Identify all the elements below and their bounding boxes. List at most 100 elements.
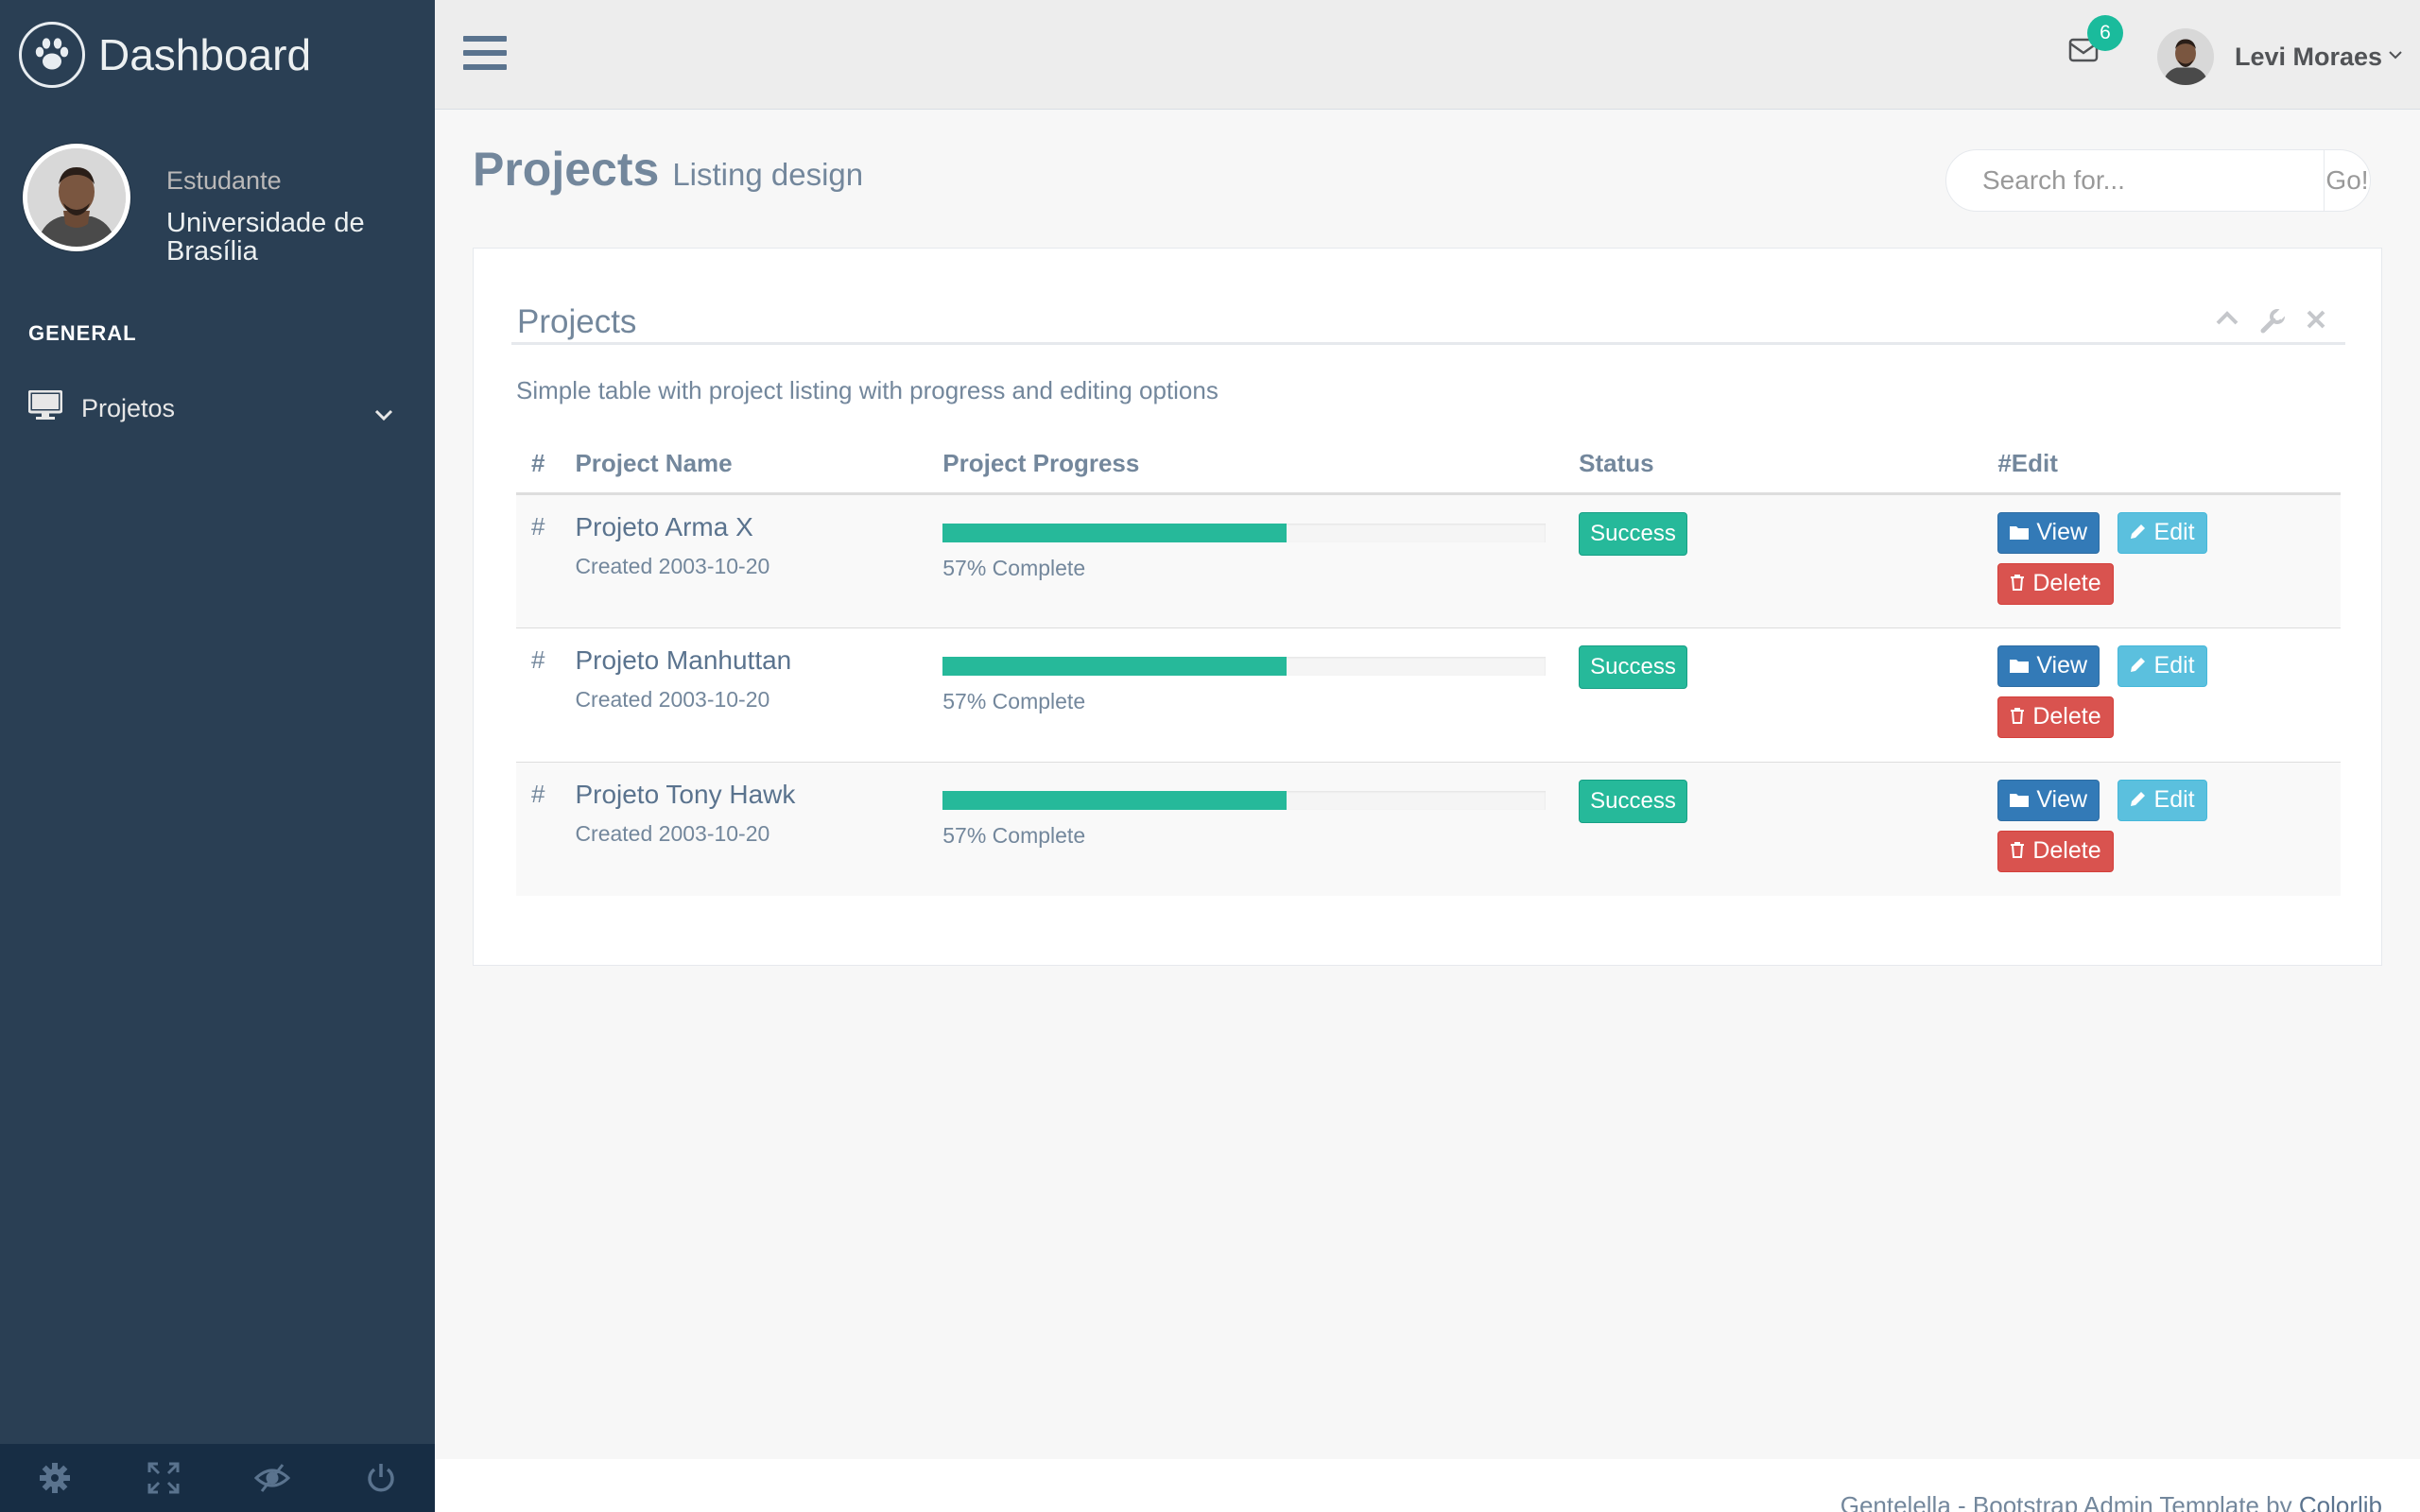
search-group: Go! [1945, 149, 2371, 212]
profile-name: Universidade de Brasília [166, 208, 365, 266]
footer-credit: Gentelella - Bootstrap Admin Template by… [1841, 1491, 2382, 1512]
brand[interactable]: Dashboard [19, 21, 311, 89]
folder-icon [2010, 786, 2030, 814]
sidebar-item-label: Projetos [81, 393, 176, 422]
edit-button-label: Edit [2153, 652, 2195, 679]
page-subtitle: Listing design [672, 157, 864, 192]
menu-toggle-icon[interactable] [463, 34, 507, 77]
chevron-up-icon[interactable] [2215, 309, 2239, 338]
project-name-link[interactable]: Projeto Manhuttan [575, 645, 942, 676]
trash-icon [2010, 570, 2025, 597]
delete-button[interactable]: Delete [1997, 830, 2114, 872]
progress-bar [942, 656, 1547, 676]
progress-bar [942, 790, 1547, 810]
header-status: Status [1579, 435, 1998, 495]
view-button[interactable]: View [1997, 779, 2100, 821]
search-input[interactable] [1946, 150, 2324, 211]
menu-section-title: GENERAL [28, 321, 137, 345]
progress-bar-fill [942, 523, 1287, 542]
view-button-label: View [2036, 652, 2088, 679]
page-title: Projects Listing design [473, 142, 863, 197]
settings-icon[interactable] [0, 1444, 109, 1512]
pencil-icon [2130, 519, 2147, 546]
view-button[interactable]: View [1997, 644, 2100, 687]
projects-table: # Project Name Project Progress Status #… [516, 435, 2341, 896]
paw-icon [19, 22, 85, 88]
progress-text: 57% Complete [942, 555, 1086, 580]
status-badge[interactable]: Success [1579, 779, 1687, 823]
sidebar-item-projetos[interactable]: Projetos [0, 380, 435, 437]
sidebar-footer [0, 1444, 435, 1512]
footer: Gentelella - Bootstrap Admin Template by… [435, 1459, 2420, 1512]
progress-bar-fill [942, 656, 1287, 676]
pencil-icon [2130, 786, 2147, 814]
view-button-label: View [2036, 786, 2088, 813]
projects-panel: Projects Simple table with project listi… [473, 248, 2382, 966]
project-created-date: Created 2003-10-20 [575, 820, 770, 846]
table-row: # Projeto Arma X Created 2003-10-20 57% … [516, 493, 2341, 628]
chevron-down-icon [2388, 48, 2403, 65]
panel-header: Projects [511, 271, 2345, 345]
trash-icon [2010, 703, 2025, 730]
view-button-label: View [2036, 519, 2088, 545]
desktop-icon [27, 389, 63, 427]
close-icon[interactable] [2306, 309, 2326, 338]
lock-icon[interactable] [217, 1444, 326, 1512]
view-button[interactable]: View [1997, 511, 2100, 554]
project-name-link[interactable]: Projeto Arma X [575, 512, 942, 542]
search-go-button[interactable]: Go! [2324, 150, 2370, 211]
delete-button[interactable]: Delete [1997, 562, 2114, 605]
top-navbar: 6 Levi Moraes [435, 0, 2420, 110]
status-badge[interactable]: Success [1579, 644, 1687, 689]
brand-title: Dashboard [98, 30, 312, 79]
edit-button[interactable]: Edit [2117, 511, 2207, 554]
header-project-progress: Project Progress [942, 435, 1580, 495]
panel-toolbox [2215, 308, 2326, 338]
avatar [2157, 28, 2214, 85]
wrench-icon[interactable] [2260, 308, 2287, 338]
project-name-link[interactable]: Projeto Tony Hawk [575, 780, 942, 810]
row-hash: # [516, 627, 576, 763]
footer-text: Gentelella - Bootstrap Admin Template by [1840, 1491, 2292, 1512]
trash-icon [2010, 837, 2025, 865]
edit-button-label: Edit [2153, 786, 2195, 813]
edit-button[interactable]: Edit [2117, 644, 2207, 687]
header-edit: #Edit [1997, 435, 2341, 495]
header-project-name: Project Name [575, 435, 943, 495]
progress-text: 57% Complete [942, 822, 1086, 848]
table-header-row: # Project Name Project Progress Status #… [516, 435, 2341, 495]
row-hash: # [516, 762, 576, 896]
user-profile-menu[interactable]: Levi Moraes [2157, 28, 2403, 85]
delete-button-label: Delete [2032, 837, 2101, 864]
avatar [23, 144, 130, 251]
logout-icon[interactable] [326, 1444, 435, 1512]
status-badge[interactable]: Success [1579, 511, 1687, 556]
row-hash: # [516, 493, 576, 628]
profile-role: Estudante [166, 166, 282, 195]
folder-icon [2010, 519, 2030, 546]
footer-link[interactable]: Colorlib [2299, 1491, 2382, 1512]
page-title-text: Projects [473, 143, 660, 196]
delete-button[interactable]: Delete [1997, 696, 2114, 738]
project-created-date: Created 2003-10-20 [575, 553, 770, 578]
user-name: Levi Moraes [2235, 42, 2383, 71]
progress-bar-fill [942, 790, 1287, 810]
chevron-down-icon [374, 399, 393, 428]
progress-text: 57% Complete [942, 688, 1086, 713]
edit-button[interactable]: Edit [2117, 779, 2207, 821]
delete-button-label: Delete [2032, 703, 2101, 730]
delete-button-label: Delete [2032, 570, 2101, 596]
mail-count-badge: 6 [2087, 15, 2123, 51]
panel-description: Simple table with project listing with p… [516, 376, 1219, 404]
panel-title: Projects [517, 303, 637, 340]
table-row: # Projeto Manhuttan Created 2003-10-20 5… [516, 627, 2341, 763]
header-hash: # [516, 435, 576, 495]
sidebar: Dashboard Estudante Universidade de Bras… [0, 0, 435, 1512]
pencil-icon [2130, 652, 2147, 679]
table-row: # Projeto Tony Hawk Created 2003-10-20 5… [516, 762, 2341, 896]
progress-bar [942, 523, 1547, 542]
profile: Estudante Universidade de Brasília [23, 144, 374, 266]
fullscreen-icon[interactable] [109, 1444, 217, 1512]
edit-button-label: Edit [2153, 519, 2195, 545]
folder-icon [2010, 652, 2030, 679]
